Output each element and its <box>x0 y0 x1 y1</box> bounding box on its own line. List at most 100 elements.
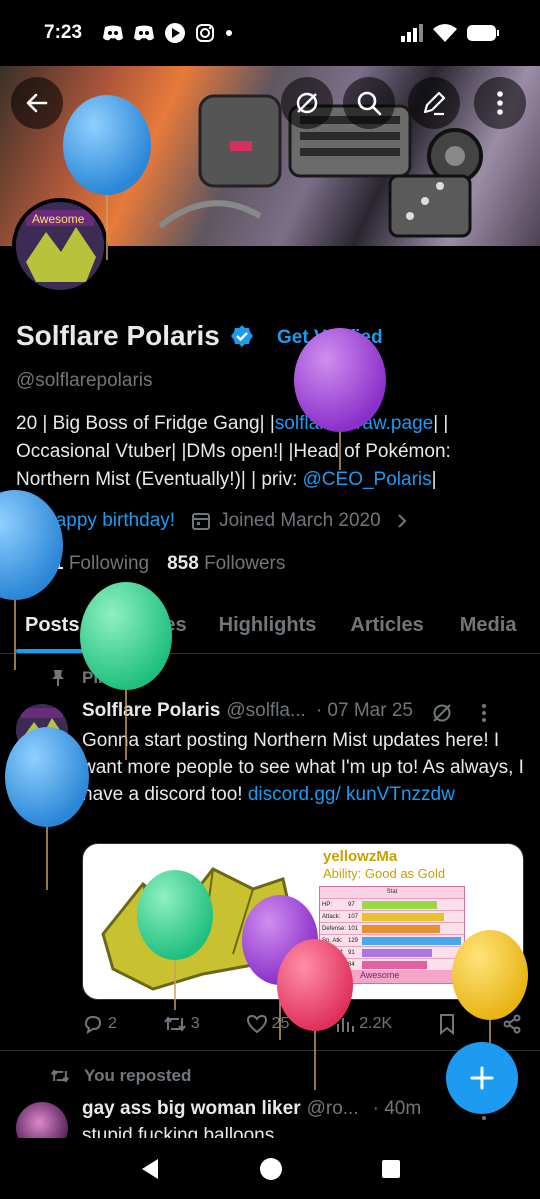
wifi-icon <box>433 24 457 42</box>
get-verified-link[interactable]: Get Verified <box>277 327 383 349</box>
post2-date: · 40m <box>372 1098 422 1119</box>
stat-row: Defense: 101 <box>320 922 464 934</box>
post-author[interactable]: Solflare Polaris <box>82 700 220 724</box>
profile-meta: Happy birthday! Joined March 2020 <box>16 510 409 532</box>
post2-author[interactable]: gay ass big woman liker <box>82 1098 301 1121</box>
following-link[interactable]: 2,691 Following <box>16 553 149 575</box>
views-button[interactable]: 2.2K <box>335 1013 392 1035</box>
reply-button[interactable]: 2 <box>82 1013 117 1035</box>
pinned-label: Pinned <box>82 668 139 687</box>
edit-profile-button[interactable] <box>408 77 460 129</box>
tab-highlights[interactable]: Highlights <box>205 600 335 653</box>
post-media-image[interactable]: yellowzMa Ability: Good as Gold Stat HP:… <box>82 843 524 1000</box>
stat-table: Stat HP: 97 Attack: 107 Defense: 101 Sp. Atk: 1… <box>319 886 465 984</box>
back-button[interactable] <box>11 77 63 129</box>
views-count: 2.2K <box>359 1015 393 1032</box>
followers-count: 858 <box>167 553 199 574</box>
profile-tabs: Posts Replies Highlights Articles Media <box>0 600 540 654</box>
post2-text: stupid fucking balloons <box>82 1125 275 1138</box>
stat-footer: Awesome <box>360 970 400 980</box>
post-avatar-image <box>16 704 68 756</box>
stat-bar <box>362 900 437 909</box>
bio-website-link[interactable]: solflare.straw.page <box>275 413 433 434</box>
post-handle[interactable]: @solfla... <box>226 700 305 724</box>
post-link[interactable]: discord.gg/ kunVTnzzdw <box>248 784 455 805</box>
nav-home-icon[interactable] <box>259 1157 283 1181</box>
verified-badge-icon <box>230 325 253 347</box>
tab-posts[interactable]: Posts <box>0 600 97 653</box>
share-icon <box>503 1014 521 1034</box>
stat-row: Attack: 107 <box>320 910 464 922</box>
search-button[interactable] <box>343 77 395 129</box>
tab-articles[interactable]: Articles <box>334 600 441 653</box>
avatar-image: Awesome <box>16 202 104 290</box>
post-avatar[interactable] <box>16 704 68 756</box>
stat-row: Speed: 84 <box>320 958 464 970</box>
stat-bar <box>362 936 461 945</box>
bio-text-1: 20 | Big Boss of Fridge Gang| | <box>16 413 275 434</box>
post2-avatar[interactable] <box>16 1102 68 1138</box>
profile-name-text: Solflare Polaris <box>16 320 220 351</box>
stat-name: Attack: <box>322 913 341 920</box>
stat-value: 97 <box>348 901 355 908</box>
post-header: Solflare Polaris @solfla... · 07 Mar 25 <box>82 700 532 724</box>
stat-value: 101 <box>348 925 359 932</box>
post-more-icon[interactable] <box>481 703 487 723</box>
birthday-link[interactable]: Happy birthday! <box>42 510 175 532</box>
stat-name: Defense: <box>322 925 347 932</box>
plus-icon <box>470 1066 494 1090</box>
stat-header: Stat <box>320 887 464 898</box>
repost-button[interactable]: 3 <box>163 1013 200 1035</box>
signal-icon <box>401 24 423 42</box>
instagram-icon <box>196 24 214 42</box>
following-count: 2,691 <box>16 553 64 574</box>
tab-media[interactable]: Media <box>442 600 535 653</box>
bio-mention-link[interactable]: @CEO_Polaris <box>303 469 432 490</box>
media-ability: Ability: Good as Gold <box>323 866 446 881</box>
back-arrow-icon <box>26 93 48 113</box>
share-button[interactable] <box>502 1013 522 1035</box>
post2-handle[interactable]: @ro... <box>307 1098 359 1121</box>
post-text: Gonna start posting Northern Mist update… <box>82 727 527 808</box>
post-actions: 2 3 25 2.2K <box>82 1013 522 1035</box>
compose-post-button[interactable] <box>446 1042 518 1114</box>
calendar-icon <box>192 513 211 530</box>
profile-bio: 20 | Big Boss of Fridge Gang| |solflare.… <box>16 410 526 494</box>
battery-icon <box>467 25 499 41</box>
pin-icon <box>52 670 64 686</box>
grok-button[interactable] <box>281 77 333 129</box>
more-options-button[interactable] <box>474 77 526 129</box>
stat-value: 84 <box>348 961 355 968</box>
search-icon <box>357 91 382 116</box>
stat-bar <box>362 948 432 957</box>
like-button[interactable]: 25 <box>246 1013 290 1035</box>
stat-row: HP: 97 <box>320 898 464 910</box>
nav-recents-icon[interactable] <box>380 1158 402 1180</box>
stat-bar <box>362 960 427 969</box>
profile-name: Solflare Polaris <box>16 320 254 352</box>
bookmark-button[interactable] <box>438 1013 456 1035</box>
reply-count: 2 <box>108 1015 117 1032</box>
heart-icon <box>246 1014 267 1034</box>
pokemon-sprite <box>101 867 295 991</box>
tab-replies[interactable]: Replies <box>97 600 204 653</box>
post2-header: gay ass big woman liker @ro... · 40m <box>82 1098 487 1121</box>
pencil-icon <box>423 91 446 116</box>
nav-back-icon[interactable] <box>138 1157 162 1181</box>
repost-icon <box>163 1016 186 1032</box>
bookmark-icon <box>440 1014 455 1035</box>
profile-avatar[interactable]: Awesome <box>12 198 108 294</box>
repost-indicator-icon <box>50 1069 70 1083</box>
stat-name: Sp. Def: <box>322 949 344 956</box>
reposted-indicator: You reposted <box>50 1066 191 1086</box>
notification-icons <box>102 22 234 44</box>
chevron-right-icon[interactable] <box>395 512 409 530</box>
youtube-icon <box>165 23 185 43</box>
followers-link[interactable]: 858 Followers <box>167 553 285 575</box>
more-vertical-icon <box>497 91 503 115</box>
grok-icon-post[interactable] <box>431 702 453 724</box>
stat-name: Speed: <box>322 961 342 968</box>
discord-icon-2 <box>134 25 154 41</box>
repost-count: 3 <box>190 1015 200 1032</box>
like-count: 25 <box>271 1015 290 1032</box>
